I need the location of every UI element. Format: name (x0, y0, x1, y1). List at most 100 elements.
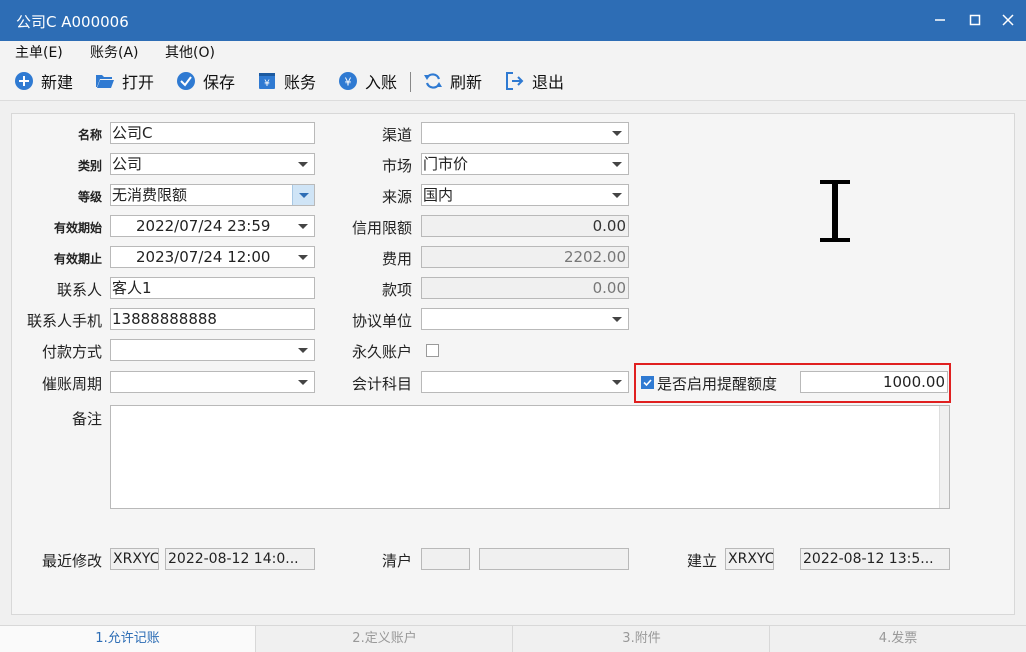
source-select[interactable]: 国内 (421, 184, 629, 206)
open-label: 打开 (122, 73, 155, 92)
contact-phone-input[interactable]: 13888888888 (110, 308, 315, 330)
check-icon (643, 379, 652, 387)
market-select[interactable]: 门市价 (421, 153, 629, 175)
chevron-down-icon (298, 255, 308, 260)
save-label: 保存 (203, 73, 236, 92)
menu-accounts[interactable]: 账务(A) (90, 42, 139, 62)
remarks-label: 备注 (71, 410, 102, 428)
ledger-icon: ¥ (259, 73, 275, 89)
valid-to-picker[interactable]: 2023/07/24 12:00 (110, 246, 315, 268)
menu-other[interactable]: 其他(O) (165, 42, 215, 62)
channel-label: 渠道 (381, 126, 412, 144)
credit-limit-field: 0.00 (421, 215, 629, 237)
window-title: 公司C A000006 (16, 13, 129, 31)
permanent-account-label: 永久账户 (351, 343, 412, 361)
category-select[interactable]: 公司 (110, 153, 315, 175)
plus-circle-icon (15, 72, 33, 90)
collection-cycle-label: 催账周期 (41, 375, 102, 393)
toolbar: 新建 打开 保存 ¥ 账务 ¥ 入账 刷新 退出 (0, 61, 1026, 101)
last-modified-user: XRXYC (110, 548, 159, 570)
account-button[interactable]: ¥ 账务 (257, 70, 316, 92)
chevron-down-icon (612, 380, 622, 385)
collection-cycle-select[interactable] (110, 371, 315, 393)
refresh-label: 刷新 (450, 73, 483, 92)
created-user: XRXYC (725, 548, 774, 570)
last-modified-time: 2022-08-12 14:0... (165, 548, 315, 570)
chevron-down-icon (298, 348, 308, 353)
minimize-button[interactable] (930, 10, 950, 30)
valid-from-picker[interactable]: 2022/07/24 23:59 (110, 215, 315, 237)
maximize-button[interactable] (965, 10, 985, 30)
chevron-down-icon (612, 131, 622, 136)
exit-button[interactable]: 退出 (505, 70, 564, 92)
payment-field: 0.00 (421, 277, 629, 299)
contact-input[interactable]: 客人1 (110, 277, 315, 299)
post-label: 入账 (365, 73, 398, 92)
payment-method-select[interactable] (110, 339, 315, 361)
tab-define-account[interactable]: 2.定义账户 (257, 626, 513, 652)
source-value: 国内 (423, 186, 454, 204)
new-button[interactable]: 新建 (14, 70, 73, 92)
category-label: 类别 (77, 159, 102, 173)
chevron-down-icon (298, 224, 308, 229)
clearance-label: 清户 (381, 552, 412, 570)
bottom-tabs: 1.允许记账 2.定义账户 3.附件 4.发票 (0, 625, 1026, 652)
tab-attachments[interactable]: 3.附件 (514, 626, 770, 652)
agreement-unit-label: 协议单位 (351, 312, 412, 330)
contact-label: 联系人 (56, 281, 102, 299)
tab-allow-charge[interactable]: 1.允许记账 (0, 626, 256, 652)
chevron-down-icon[interactable] (292, 185, 314, 205)
chevron-down-icon (612, 317, 622, 322)
market-value: 门市价 (423, 155, 469, 173)
refresh-icon (424, 73, 442, 89)
check-circle-icon (177, 72, 195, 90)
level-label: 等级 (77, 190, 102, 204)
contact-phone-label: 联系人手机 (26, 312, 102, 330)
accounting-subject-label: 会计科目 (351, 375, 412, 393)
name-input[interactable]: 公司C (110, 122, 315, 144)
valid-to-label: 有效期止 (53, 252, 102, 266)
close-icon (1002, 14, 1014, 26)
reminder-checkbox[interactable] (641, 376, 654, 389)
credit-limit-label: 信用限额 (351, 219, 412, 237)
last-modified-label: 最近修改 (41, 552, 102, 570)
payment-label: 款项 (381, 281, 412, 299)
save-button[interactable]: 保存 (176, 70, 235, 92)
level-select[interactable]: 无消费限额 (110, 184, 315, 206)
remarks-textarea[interactable] (110, 405, 950, 509)
refresh-button[interactable]: 刷新 (423, 70, 482, 92)
new-label: 新建 (41, 73, 74, 92)
svg-text:¥: ¥ (264, 79, 270, 89)
name-label: 名称 (77, 128, 102, 142)
chevron-down-icon (612, 193, 622, 198)
valid-from-value: 2022/07/24 23:59 (136, 217, 271, 235)
toolbar-separator (410, 72, 411, 92)
post-button[interactable]: ¥ 入账 (338, 70, 397, 92)
clearance-time (479, 548, 629, 570)
title-bar: 公司C A000006 (0, 0, 1026, 41)
valid-to-value: 2023/07/24 12:00 (136, 248, 271, 266)
text-cursor-icon (820, 180, 850, 242)
clearance-user (421, 548, 470, 570)
reminder-amount-input[interactable]: 1000.00 (800, 371, 948, 393)
level-value: 无消费限额 (112, 186, 188, 204)
agreement-unit-select[interactable] (421, 308, 629, 330)
chevron-down-icon (298, 380, 308, 385)
open-button[interactable]: 打开 (95, 70, 154, 92)
close-button[interactable] (998, 10, 1018, 30)
source-label: 来源 (381, 188, 412, 206)
created-label: 建立 (686, 552, 717, 570)
channel-select[interactable] (421, 122, 629, 144)
fee-label: 费用 (381, 250, 412, 268)
minimize-icon (935, 19, 945, 21)
yen-coin-icon: ¥ (339, 72, 357, 90)
reminder-label: 是否启用提醒额度 (657, 375, 778, 393)
created-time: 2022-08-12 13:5... (800, 548, 950, 570)
tab-invoices[interactable]: 4.发票 (770, 626, 1026, 652)
accounting-subject-select[interactable] (421, 371, 629, 393)
menu-main[interactable]: 主单(E) (15, 42, 63, 62)
remarks-scrollbar[interactable] (939, 406, 949, 508)
permanent-account-checkbox[interactable] (426, 344, 439, 357)
maximize-icon (969, 14, 981, 26)
payment-method-label: 付款方式 (41, 343, 102, 361)
